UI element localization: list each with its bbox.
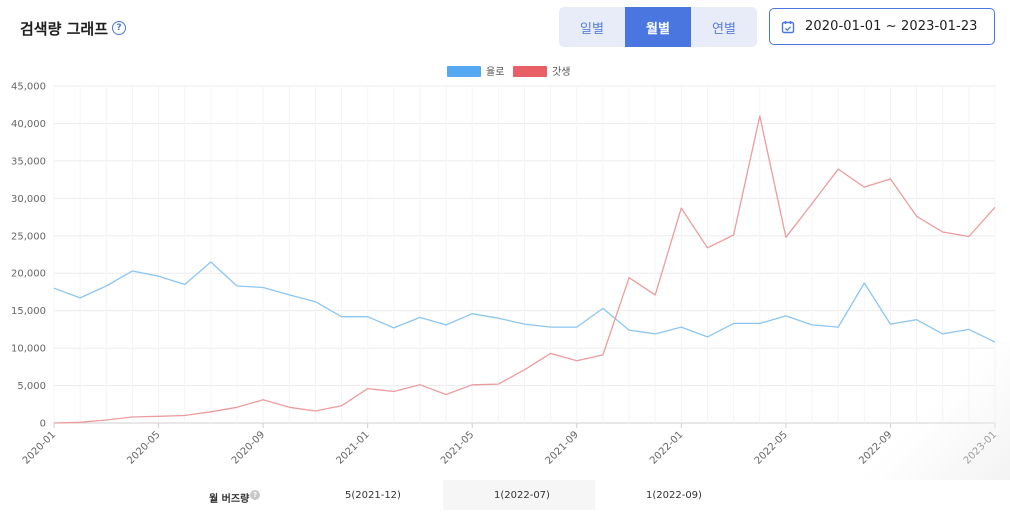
x-tick-label: 2022-09 (857, 429, 894, 466)
tab-daily[interactable]: 일별 (559, 7, 625, 47)
buzz-summary-row: 월 버즈량 ? 5(2021-12) 1(2022-07) 1(2022-09) (0, 480, 1010, 510)
question-circle-icon[interactable]: ? (112, 21, 126, 35)
x-tick-label: 2021-05 (439, 429, 476, 466)
date-range-picker[interactable]: 2020-01-01 ~ 2023-01-23 (769, 8, 995, 45)
legend-swatch-1 (513, 66, 547, 77)
y-tick-label: 0 (40, 419, 46, 430)
y-tick-label: 40,000 (11, 119, 46, 130)
buzz-value-1: 5(2021-12) (345, 490, 401, 501)
x-tick-label: 2023-01 (962, 429, 999, 466)
x-tick-label: 2020-09 (230, 429, 267, 466)
y-tick-label: 5,000 (17, 381, 46, 392)
search-volume-chart: 0 5,000 10,000 15,000 20,000 25,000 30,000 35,0… (11, 66, 999, 467)
x-tick-label: 2021-09 (544, 429, 581, 466)
y-tick-label: 45,000 (11, 82, 46, 93)
question-circle-icon[interactable]: ? (250, 490, 260, 500)
x-tick-label: 2020-01 (21, 429, 58, 466)
tab-monthly[interactable]: 월별 (625, 7, 691, 47)
y-tick-label: 10,000 (11, 344, 46, 355)
calendar-icon (781, 20, 795, 33)
x-tick-label: 2022-01 (648, 429, 685, 466)
y-tick-label: 15,000 (11, 306, 46, 317)
date-range-text: 2020-01-01 ~ 2023-01-23 (805, 19, 978, 34)
legend-swatch-0 (447, 66, 481, 77)
tab-yearly[interactable]: 연별 (691, 7, 757, 47)
y-tick-label: 30,000 (11, 194, 46, 205)
buzz-value-2: 1(2022-07) (494, 490, 550, 501)
legend-label-0: 율로 (486, 66, 504, 78)
legend-label-1: 갓생 (552, 66, 570, 78)
x-tick-label: 2020-05 (125, 429, 162, 466)
period-segmented-control: 일별 월별 연별 (559, 7, 757, 47)
y-tick-label: 25,000 (11, 231, 46, 242)
buzz-value-3: 1(2022-09) (646, 490, 702, 501)
buzz-label: 월 버즈량 (209, 494, 250, 505)
x-tick-label: 2021-01 (334, 429, 371, 466)
x-tick-label: 2022-05 (753, 429, 790, 466)
page-title: 검색량 그래프 (20, 20, 109, 38)
y-tick-label: 20,000 (11, 269, 46, 280)
y-tick-label: 35,000 (11, 156, 46, 167)
